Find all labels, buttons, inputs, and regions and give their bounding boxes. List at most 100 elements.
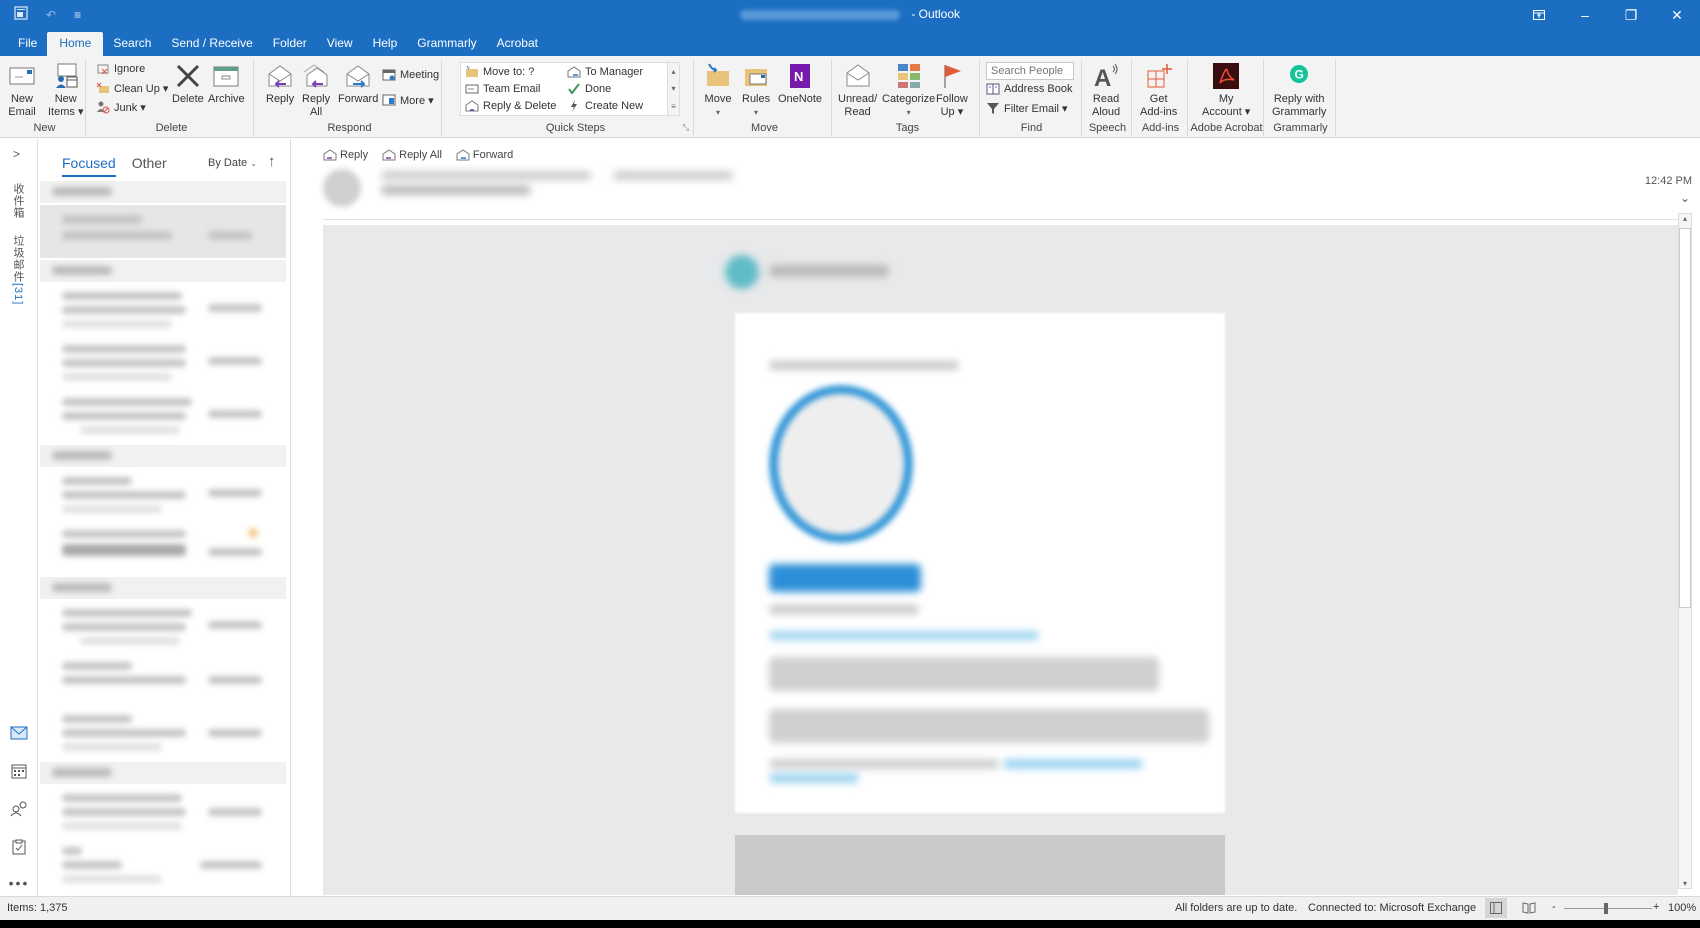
redacted-cta-button[interactable] (769, 564, 921, 592)
message-item[interactable] (40, 601, 286, 654)
calendar-icon[interactable] (8, 760, 30, 782)
reply-delete-icon (465, 99, 479, 113)
message-item[interactable] (40, 205, 286, 258)
tab-home[interactable]: Home (47, 32, 104, 56)
scroll-up-arrow[interactable]: ▴ (1679, 214, 1691, 223)
junk-button[interactable]: Junk ▾ (96, 100, 146, 114)
reply-button[interactable]: Reply (266, 62, 294, 106)
quick-step-team-email[interactable]: Team Email (465, 82, 540, 96)
folder-inbox[interactable]: 收件箱 (10, 183, 26, 219)
expand-gallery-icon[interactable]: ≡ (671, 102, 676, 111)
ignore-button[interactable]: Ignore (96, 62, 145, 76)
tab-help[interactable]: Help (363, 32, 408, 56)
quick-steps-scroller[interactable]: ▴ ▾ ≡ (667, 63, 679, 115)
more-respond-button[interactable]: More ▾ (382, 93, 434, 107)
tab-grammarly[interactable]: Grammarly (407, 32, 486, 56)
sort-direction-icon[interactable]: ↑ (268, 153, 276, 170)
acrobat-icon (1212, 62, 1240, 90)
forward-button[interactable]: Forward (338, 62, 378, 106)
mail-icon[interactable] (8, 722, 30, 744)
more-respond-icon (382, 93, 396, 107)
unread-read-button[interactable]: Unread/ Read (838, 62, 877, 119)
meeting-button[interactable]: Meeting (382, 68, 439, 82)
quick-step-create-new[interactable]: Create New (567, 99, 643, 113)
more-apps-icon[interactable]: ••• (8, 872, 30, 894)
tab-focused[interactable]: Focused (62, 155, 116, 177)
archive-button[interactable]: Archive (208, 62, 245, 106)
sort-by-date-dropdown[interactable]: By Date ⌄ (208, 157, 257, 169)
scroll-up-icon[interactable]: ▴ (671, 67, 675, 76)
group-delete: Ignore Clean Up ▾ Junk ▾ Delete Archive … (90, 60, 254, 136)
group-label-acrobat: Adobe Acrobat (1190, 122, 1263, 134)
quick-step-done[interactable]: Done (567, 82, 611, 96)
ribbon-display-icon[interactable] (1516, 0, 1562, 30)
filter-email-button[interactable]: Filter Email ▾ (986, 101, 1068, 115)
reply-with-grammarly-button[interactable]: G Reply with Grammarly (1272, 62, 1326, 119)
message-item[interactable] (40, 707, 286, 760)
zoom-in-button[interactable]: + (1653, 901, 1659, 913)
reading-pane: Reply Reply All Forward 12:42 PM ⌄ ▴ ▾ (290, 139, 1700, 896)
tab-search[interactable]: Search (103, 32, 161, 56)
redacted-link[interactable] (769, 631, 1039, 640)
address-book-button[interactable]: Address Book (986, 82, 1072, 96)
reading-view-icon[interactable] (1522, 902, 1536, 917)
zoom-slider[interactable] (1564, 908, 1652, 909)
inline-reply-all-button[interactable]: Reply All (382, 149, 442, 161)
read-aloud-button[interactable]: A Read Aloud (1092, 62, 1120, 119)
my-account-button[interactable]: My Account ▾ (1202, 62, 1250, 119)
reading-pane-scrollbar[interactable]: ▴ ▾ (1678, 213, 1692, 889)
tab-other[interactable]: Other (132, 155, 167, 177)
tab-file[interactable]: File (8, 32, 47, 56)
scroll-down-arrow[interactable]: ▾ (1679, 879, 1691, 888)
tasks-icon[interactable] (8, 836, 30, 858)
message-item[interactable] (40, 522, 286, 575)
rules-button[interactable]: Rules ▾ (742, 62, 770, 119)
expand-folder-pane-icon[interactable]: > (13, 147, 20, 161)
normal-view-button[interactable] (1485, 898, 1507, 918)
folder-junk[interactable]: 垃圾邮件[31] (10, 235, 26, 305)
reply-all-button[interactable]: Reply All (302, 62, 330, 119)
quick-step-to-manager[interactable]: To Manager (567, 65, 643, 79)
quick-step-reply-delete[interactable]: Reply & Delete (465, 99, 556, 113)
restore-button[interactable]: ❐ (1608, 0, 1654, 30)
items-count: Items: 1,375 (7, 902, 68, 914)
message-item[interactable] (40, 786, 286, 839)
flag-icon (938, 62, 966, 90)
new-items-button[interactable]: New Items ▾ (48, 62, 83, 119)
message-item[interactable] (40, 654, 286, 707)
categorize-button[interactable]: Categorize ▾ (882, 62, 935, 119)
scroll-thumb[interactable] (1679, 228, 1691, 608)
inline-forward-button[interactable]: Forward (456, 149, 513, 161)
message-item[interactable] (40, 284, 286, 337)
tab-view[interactable]: View (317, 32, 363, 56)
tab-send-receive[interactable]: Send / Receive (161, 32, 262, 56)
message-item[interactable] (40, 390, 286, 443)
onenote-button[interactable]: N OneNote (778, 62, 822, 106)
message-item[interactable] (40, 469, 286, 522)
tab-folder[interactable]: Folder (263, 32, 317, 56)
redacted-link[interactable] (1003, 759, 1143, 769)
people-icon[interactable] (8, 798, 30, 820)
move-button[interactable]: Move ▾ (704, 62, 732, 119)
expand-header-icon[interactable]: ⌄ (1680, 191, 1690, 205)
new-email-button[interactable]: New Email (8, 62, 36, 119)
redacted-text (769, 605, 919, 614)
follow-up-button[interactable]: Follow Up ▾ (936, 62, 968, 119)
tab-acrobat[interactable]: Acrobat (487, 32, 548, 56)
message-header (323, 169, 1680, 209)
close-button[interactable]: ✕ (1654, 0, 1700, 30)
minimize-button[interactable]: – (1562, 0, 1608, 30)
search-people-input[interactable] (986, 62, 1074, 80)
scroll-down-icon[interactable]: ▾ (671, 84, 675, 93)
message-item[interactable] (40, 337, 286, 390)
zoom-slider-thumb[interactable] (1604, 903, 1608, 914)
get-addins-button[interactable]: Get Add-ins (1140, 62, 1177, 119)
zoom-level[interactable]: 100% (1668, 902, 1696, 914)
zoom-out-button[interactable]: - (1552, 901, 1556, 913)
message-item[interactable] (40, 839, 286, 892)
delete-button[interactable]: Delete (172, 62, 204, 106)
clean-up-button[interactable]: Clean Up ▾ (96, 81, 168, 95)
inline-reply-button[interactable]: Reply (323, 149, 368, 161)
quick-step-move-to[interactable]: Move to: ? (465, 65, 534, 79)
redacted-link[interactable] (769, 773, 859, 783)
